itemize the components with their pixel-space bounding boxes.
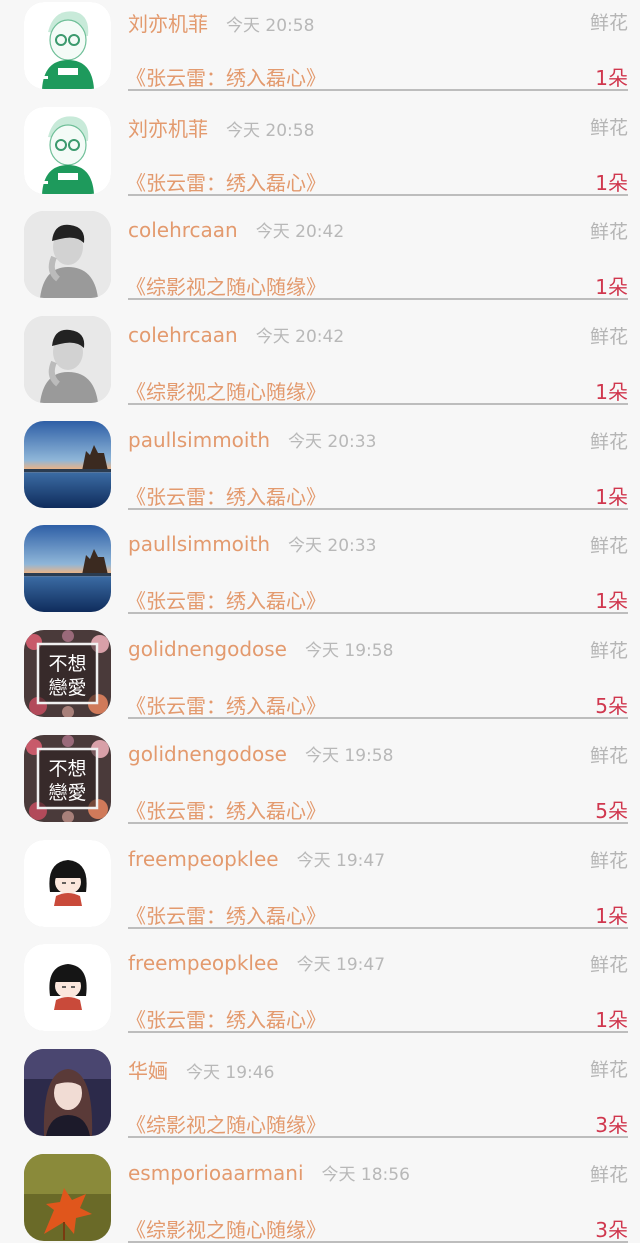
gift-record-row[interactable]: 不想 戀愛 golidnengodose 今天 19:58 鲜花 《张云雷：绣入磊心… (0, 610, 640, 720)
avatar-autumn-leaf[interactable] (24, 1153, 111, 1241)
avatar-text-flowers[interactable]: 不想 戀愛 (24, 630, 111, 718)
avatar-bw-portrait[interactable] (24, 211, 111, 299)
sender-name-text: 刘亦机菲 (128, 116, 208, 141)
gift-record-row[interactable]: esmporioaarmani 今天 18:56 鲜花 《综影视之随心随缘》 3朵 (0, 1134, 640, 1243)
svg-text:戀愛: 戀愛 (48, 677, 86, 699)
avatar-lake-sunset[interactable] (24, 525, 111, 613)
gift-type-label: 鲜花 (589, 116, 628, 139)
gift-count: 3朵 (595, 1217, 628, 1242)
gift-record-row[interactable]: colehrcaan 今天 20:42 鲜花 《综影视之随心随缘》 1朵 (0, 296, 640, 406)
gift-record-row[interactable]: freempeopklee 今天 19:47 鲜花 《张云雷：绣入磊心》 1朵 (0, 924, 640, 1034)
book-title[interactable]: 《综影视之随心随缘》 (126, 1214, 326, 1243)
sender-name-text: freempeopklee (128, 846, 279, 871)
sender-name-text: golidnengodose (128, 637, 287, 662)
sender-name-text: colehrcaan (128, 218, 238, 243)
sender-name-text: 刘亦机菲 (128, 12, 208, 36)
sender-name-text: esmporioaarmani (128, 1160, 304, 1185)
sender-name-text: colehrcaan (128, 323, 238, 348)
gift-type-label: 鲜花 (589, 744, 628, 767)
sender-name-text: freempeopklee (128, 951, 279, 976)
sender-name: paullsimmoith 今天 20:33 (128, 427, 376, 452)
gift-time: 今天 20:33 (288, 536, 377, 557)
gift-record-row[interactable]: 刘亦机菲 今天 20:58 鲜花 《张云雷：绣入磊心》 1朵 (0, 0, 640, 91)
gift-time: 今天 19:58 (304, 641, 394, 662)
avatar-bw-portrait[interactable] (24, 316, 111, 404)
gift-time: 今天 19:58 (304, 745, 394, 766)
gift-type-label: 鲜花 (589, 326, 628, 349)
svg-text:不想: 不想 (48, 653, 86, 675)
sender-name: 华婳 今天 19:46 (128, 1055, 274, 1084)
gift-time: 今天 20:42 (255, 222, 345, 243)
gift-record-row[interactable]: 华婳 今天 19:46 鲜花 《综影视之随心随缘》 3朵 (0, 1029, 640, 1138)
avatar-cartoon-boy-green[interactable] (24, 2, 111, 89)
avatar-cartoon-girl[interactable] (24, 944, 111, 1032)
gift-time: 今天 18:56 (321, 1164, 410, 1185)
gift-record-list: 刘亦机菲 今天 20:58 鲜花 《张云雷：绣入磊心》 1朵 刘亦机菲 今天 20:… (0, 0, 640, 1243)
sender-name: paullsimmoith 今天 20:33 (128, 531, 376, 556)
gift-type-label: 鲜花 (589, 1058, 628, 1081)
gift-type-label: 鲜花 (589, 954, 628, 977)
gift-time: 今天 20:42 (255, 327, 345, 348)
row-divider (128, 1240, 628, 1243)
gift-time: 今天 20:33 (288, 431, 377, 452)
sender-name-text: paullsimmoith (128, 532, 270, 557)
gift-time: 今天 19:46 (186, 1062, 275, 1083)
gift-type-label: 鲜花 (589, 12, 628, 34)
sender-name-text: paullsimmoith (128, 427, 270, 452)
avatar-cartoon-boy-green[interactable] (24, 106, 111, 194)
gift-time: 今天 19:47 (296, 850, 386, 871)
gift-record-row[interactable]: colehrcaan 今天 20:42 鲜花 《综影视之随心随缘》 1朵 (0, 191, 640, 301)
gift-type-label: 鲜花 (589, 430, 628, 453)
avatar-girl-portrait[interactable] (24, 1048, 111, 1136)
svg-text:不想: 不想 (48, 758, 86, 780)
gift-record-row[interactable]: paullsimmoith 今天 20:33 鲜花 《张云雷：绣入磊心》 1朵 (0, 401, 640, 510)
sender-name: golidnengodose 今天 19:58 (128, 741, 393, 766)
sender-name: 刘亦机菲 今天 20:58 (128, 8, 314, 37)
sender-name: 刘亦机菲 今天 20:58 (128, 113, 314, 142)
gift-time: 今天 20:58 (226, 16, 315, 36)
sender-name: colehrcaan 今天 20:42 (128, 322, 344, 347)
sender-name: esmporioaarmani 今天 18:56 (128, 1160, 410, 1185)
gift-record-row[interactable]: paullsimmoith 今天 20:33 鲜花 《张云雷：绣入磊心》 1朵 (0, 505, 640, 615)
svg-text:戀愛: 戀愛 (48, 782, 86, 804)
gift-record-row[interactable]: freempeopklee 今天 19:47 鲜花 《张云雷：绣入磊心》 1朵 (0, 820, 640, 929)
gift-type-label: 鲜花 (589, 221, 628, 244)
gift-type-label: 鲜花 (589, 1163, 628, 1186)
avatar-cartoon-girl[interactable] (24, 839, 111, 927)
sender-name: colehrcaan 今天 20:42 (128, 217, 344, 242)
gift-type-label: 鲜花 (589, 640, 628, 663)
sender-name: freempeopklee 今天 19:47 (128, 950, 385, 975)
gift-time: 今天 20:58 (226, 120, 315, 141)
gift-record-row[interactable]: 刘亦机菲 今天 20:58 鲜花 《张云雷：绣入磊心》 1朵 (0, 87, 640, 196)
gift-type-label: 鲜花 (589, 535, 628, 558)
avatar-text-flowers[interactable]: 不想 戀愛 (24, 734, 111, 822)
sender-name: golidnengodose 今天 19:58 (128, 636, 393, 661)
avatar-lake-sunset[interactable] (24, 420, 111, 508)
gift-time: 今天 19:47 (296, 955, 386, 976)
sender-name-text: 华婳 (128, 1058, 168, 1083)
sender-name: freempeopklee 今天 19:47 (128, 846, 385, 871)
sender-name-text: golidnengodose (128, 741, 287, 766)
gift-type-label: 鲜花 (589, 849, 628, 872)
gift-record-row[interactable]: 不想 戀愛 golidnengodose 今天 19:58 鲜花 《张云雷：绣入磊心… (0, 715, 640, 824)
